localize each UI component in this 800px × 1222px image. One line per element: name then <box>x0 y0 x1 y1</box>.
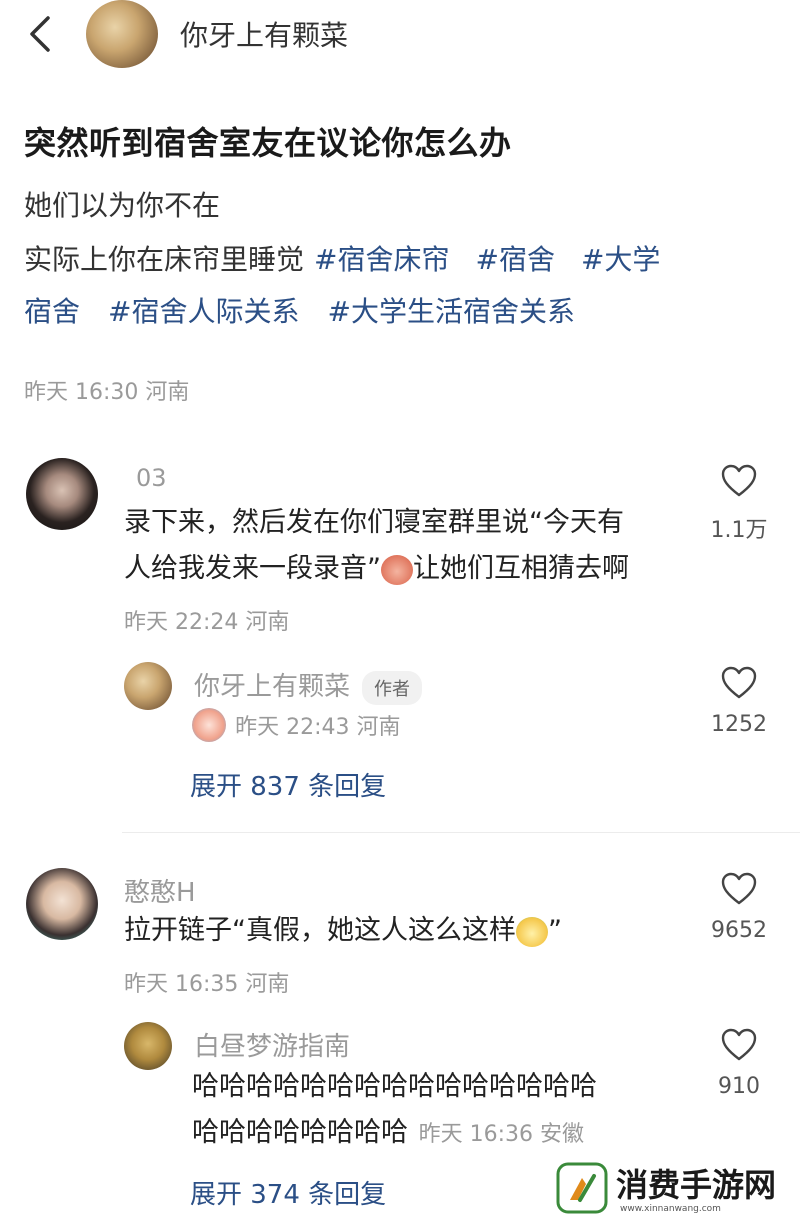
heart-icon[interactable] <box>721 872 757 906</box>
commenter-avatar[interactable] <box>26 868 98 940</box>
post-title: 突然听到宿舍室友在议论你怎么办 <box>24 124 512 162</box>
like-count: 910 <box>718 1074 760 1099</box>
commenter-name[interactable]: 03 <box>136 464 167 492</box>
hashtag-link[interactable]: #大学 <box>581 243 660 276</box>
post-line-1: 她们以为你不在 <box>24 189 221 222</box>
reply-meta: 昨天 16:36 安徽 <box>418 1122 584 1147</box>
author-username[interactable]: 你牙上有颗菜 <box>180 14 348 54</box>
reply-body: 昨天 22:43 河南 <box>192 708 400 742</box>
reply-name[interactable]: 你牙上有颗菜 作者 <box>194 666 423 705</box>
reply-username[interactable]: 你牙上有颗菜 <box>194 672 350 702</box>
author-badge: 作者 <box>362 670 423 705</box>
reply-avatar[interactable] <box>124 1022 172 1070</box>
heart-icon[interactable] <box>721 666 757 700</box>
comment-meta: 昨天 22:24 河南 <box>124 610 290 635</box>
comment-text-part: 让她们互相猜去啊 <box>413 553 629 584</box>
watermark-text: 消费手游网 <box>616 1166 777 1204</box>
like-count: 9652 <box>711 918 767 943</box>
comment-text-line-2: 人给我发来一段录音” 让她们互相猜去啊 <box>124 546 629 592</box>
reply-username[interactable]: 白昼梦游指南 <box>194 1026 350 1063</box>
like-count: 1252 <box>711 712 767 737</box>
site-watermark: 消费手游网 www.xinnanwang.com <box>556 1160 800 1222</box>
comment-text-part: 拉开链子“真假，她这人这么这样 <box>124 915 516 946</box>
reply-text-line-1: 哈哈哈哈哈哈哈哈哈哈哈哈哈哈哈 <box>192 1071 597 1102</box>
hashtag-link[interactable]: #宿舍 <box>475 243 554 276</box>
author-avatar[interactable] <box>86 0 158 68</box>
comment-meta: 昨天 16:35 河南 <box>124 972 290 997</box>
expand-replies-link[interactable]: 展开 374 条回复 <box>190 1174 386 1211</box>
comment-text-part: 人给我发来一段录音” <box>124 553 381 584</box>
back-arrow-icon[interactable] <box>22 12 62 56</box>
watermark-logo-icon <box>556 1162 608 1214</box>
commenter-avatar[interactable] <box>26 458 98 530</box>
commenter-name[interactable]: 憨憨H <box>124 872 196 909</box>
like-count: 1.1万 <box>710 518 768 543</box>
comment-text-part: ” <box>548 915 562 946</box>
post-line-2-text: 实际上你在床帘里睡觉 <box>24 243 305 276</box>
reply-text-part: 哈哈哈哈哈哈哈哈 <box>192 1117 408 1148</box>
hashtag-link[interactable]: #宿舍人际关系 <box>108 295 299 328</box>
hashtag-link[interactable]: #大学生活宿舍关系 <box>327 295 574 328</box>
comment-divider <box>122 832 800 833</box>
reply-avatar[interactable] <box>124 662 172 710</box>
laughing-crying-emoji-icon <box>192 708 226 742</box>
reply-meta: 昨天 22:43 河南 <box>235 715 401 740</box>
comment-text-line-1: 录下来，然后发在你们寝室群里说“今天有 <box>124 507 624 538</box>
surprised-face-emoji-icon <box>516 916 548 947</box>
reply-text-line-2: 哈哈哈哈哈哈哈哈 昨天 16:36 安徽 <box>192 1110 584 1158</box>
post-line-3: 宿舍 #宿舍人际关系 #大学生活宿舍关系 <box>24 290 575 330</box>
post-line-2: 实际上你在床帘里睡觉 #宿舍床帘 #宿舍 #大学 <box>24 238 660 278</box>
hashtag-link[interactable]: #宿舍床帘 <box>314 243 449 276</box>
hashtag-link-cont[interactable]: 宿舍 <box>24 295 80 328</box>
heart-icon[interactable] <box>721 1028 757 1062</box>
heart-icon[interactable] <box>721 464 757 498</box>
comment-text: 拉开链子“真假，她这人这么这样 ” <box>124 908 562 954</box>
expand-replies-link[interactable]: 展开 837 条回复 <box>190 766 386 803</box>
watermark-url: www.xinnanwang.com <box>620 1204 721 1214</box>
crying-face-emoji-icon <box>381 554 413 585</box>
post-meta: 昨天 16:30 河南 <box>24 380 190 405</box>
